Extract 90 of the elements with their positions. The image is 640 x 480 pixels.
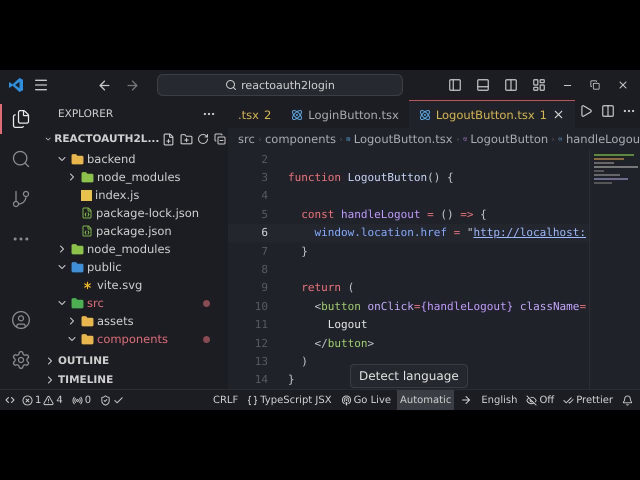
arrow-right-icon [460,394,472,406]
remote-icon[interactable] [4,394,16,406]
line-number: 10 [254,300,268,313]
status-item[interactable]: Automatic [397,390,454,410]
sidebar-title: EXPLORER [58,108,114,120]
eye-off-icon [526,394,538,406]
line-number: 14 [254,373,268,386]
braces-icon [247,394,258,406]
atom-icon [291,108,304,120]
tree-item[interactable]: backend [40,150,228,168]
line-number: 3 [260,171,268,184]
problem-count: 2 [264,108,272,122]
sidebar-section[interactable]: OUTLINE [40,351,228,370]
js-file-icon [81,190,92,200]
line-number: 9 [260,281,268,294]
tree-item[interactable]: public [40,258,228,276]
breadcrumb-item[interactable]: src [238,132,255,146]
code-line: ) [300,354,308,368]
code-line: </button> [313,336,374,350]
tree-item-label: node_modules [87,242,171,256]
bell-icon [622,394,633,406]
json-file-icon [81,207,93,219]
line-number: 4 [260,189,268,202]
search-field[interactable]: reactoauth2login [157,74,403,96]
warning-icon [43,394,54,406]
search-icon [225,79,238,91]
status-item[interactable]: TypeScript JSX [244,390,335,410]
line-number: 13 [254,354,268,368]
project-name[interactable]: REACTOAUTH2L... [54,133,160,145]
atom-icon [418,108,431,120]
tree-item-label: backend [87,152,136,166]
app-logo-icon[interactable] [8,77,24,93]
code-line: function LogoutButton() { [288,171,454,184]
line-number: 12 [254,336,268,350]
tree-item[interactable]: node_modules [40,168,228,186]
editor-tab[interactable]: .tsx 2 [228,100,282,128]
tree-item[interactable]: node_modules [40,240,228,258]
breadcrumb-item[interactable]: handleLogou [566,132,640,146]
status-item[interactable]: CRLF [210,390,242,410]
ports-indicator[interactable]: 0 [68,390,94,410]
status-item[interactable]: Off [523,390,558,410]
line-number: 2 [260,152,268,166]
tree-item[interactable]: package-lock.json [40,204,228,222]
tree-item-label: vite.svg [97,278,142,292]
status-item[interactable]: Prettier [560,390,616,410]
tree-item[interactable]: package.json [40,222,228,240]
tree-item-label: package.json [96,224,172,238]
modified-dot [203,336,210,342]
tree-item-label: public [87,260,122,274]
breadcrumb-item[interactable]: components [264,132,336,146]
code-line: <button onClick={handleLogout} className= [313,300,586,313]
line-number: 11 [254,318,268,332]
tree-item[interactable]: vite.svg [40,276,228,294]
close-icon[interactable] [552,108,565,121]
status-item[interactable]: English [478,390,520,410]
line-number: 6 [260,226,268,240]
line-number: 8 [260,263,268,276]
code-line: return ( [300,281,354,294]
tree-item[interactable]: assets [40,312,228,330]
tree-item-label: package-lock.json [96,206,200,220]
editor-tab[interactable]: LoginButton.tsx [281,100,409,128]
double-check-icon [563,394,574,406]
breadcrumb-item[interactable]: LogoutButton.tsx [354,132,453,146]
json-file-icon [81,225,93,237]
editor-tab[interactable]: LogoutButton.tsx 1 [408,100,575,128]
tree-item[interactable]: components [40,330,228,348]
problem-count: 1 [540,108,547,122]
tree-item-label: assets [97,314,134,328]
status-item[interactable]: Go Live [338,390,394,410]
tree-item-label: node_modules [97,170,181,184]
tree-item-label: index.js [95,188,140,202]
code-line: window.location.href = "http://localhost: [313,226,586,240]
modified-dot [203,300,210,306]
code-line: const handleLogout = () => { [300,208,487,221]
tree-item[interactable]: index.js [40,186,228,204]
broadcast-icon [340,394,352,406]
tree-item[interactable]: src [40,294,228,312]
code-line: } [300,244,308,258]
line-number: 7 [260,244,268,258]
tooltip: Detect language [350,364,468,388]
code-line: Logout [326,318,368,332]
tree-item-label: components [97,332,168,346]
problems-indicator[interactable]: 1 4 [19,390,66,410]
error-icon [22,394,33,406]
sidebar-section[interactable]: TIMELINE [40,370,228,389]
antenna-icon [72,394,83,406]
tree-item-label: src [87,296,104,310]
breadcrumb-item[interactable]: LogoutButton [470,132,548,146]
code-line: } [288,373,295,386]
line-number: 5 [260,208,268,221]
